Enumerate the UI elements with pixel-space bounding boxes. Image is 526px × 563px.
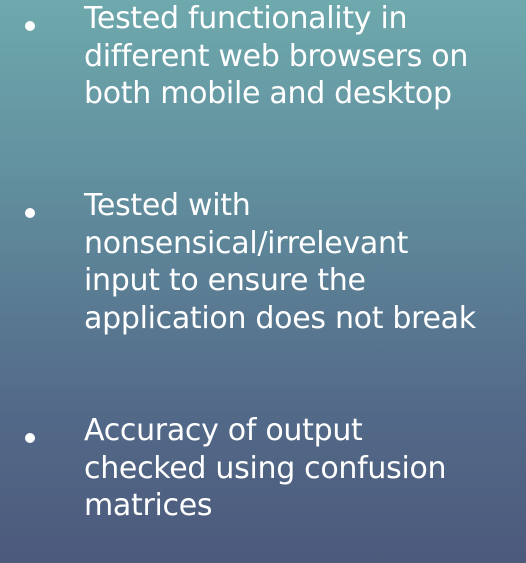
bullet-text: Tested functionality in different web br… <box>84 1 469 111</box>
bullet-list: Tested functionality in different web br… <box>0 0 526 563</box>
bullet-text: Accuracy of output checked using confusi… <box>84 413 447 523</box>
bullet-dot-icon <box>25 208 35 218</box>
slide: Tested functionality in different web br… <box>0 0 526 563</box>
bullet-text: Tested with nonsensical/irrelevant input… <box>84 188 476 336</box>
bullet-dot-icon <box>25 21 35 31</box>
bullet-dot-icon <box>25 433 35 443</box>
